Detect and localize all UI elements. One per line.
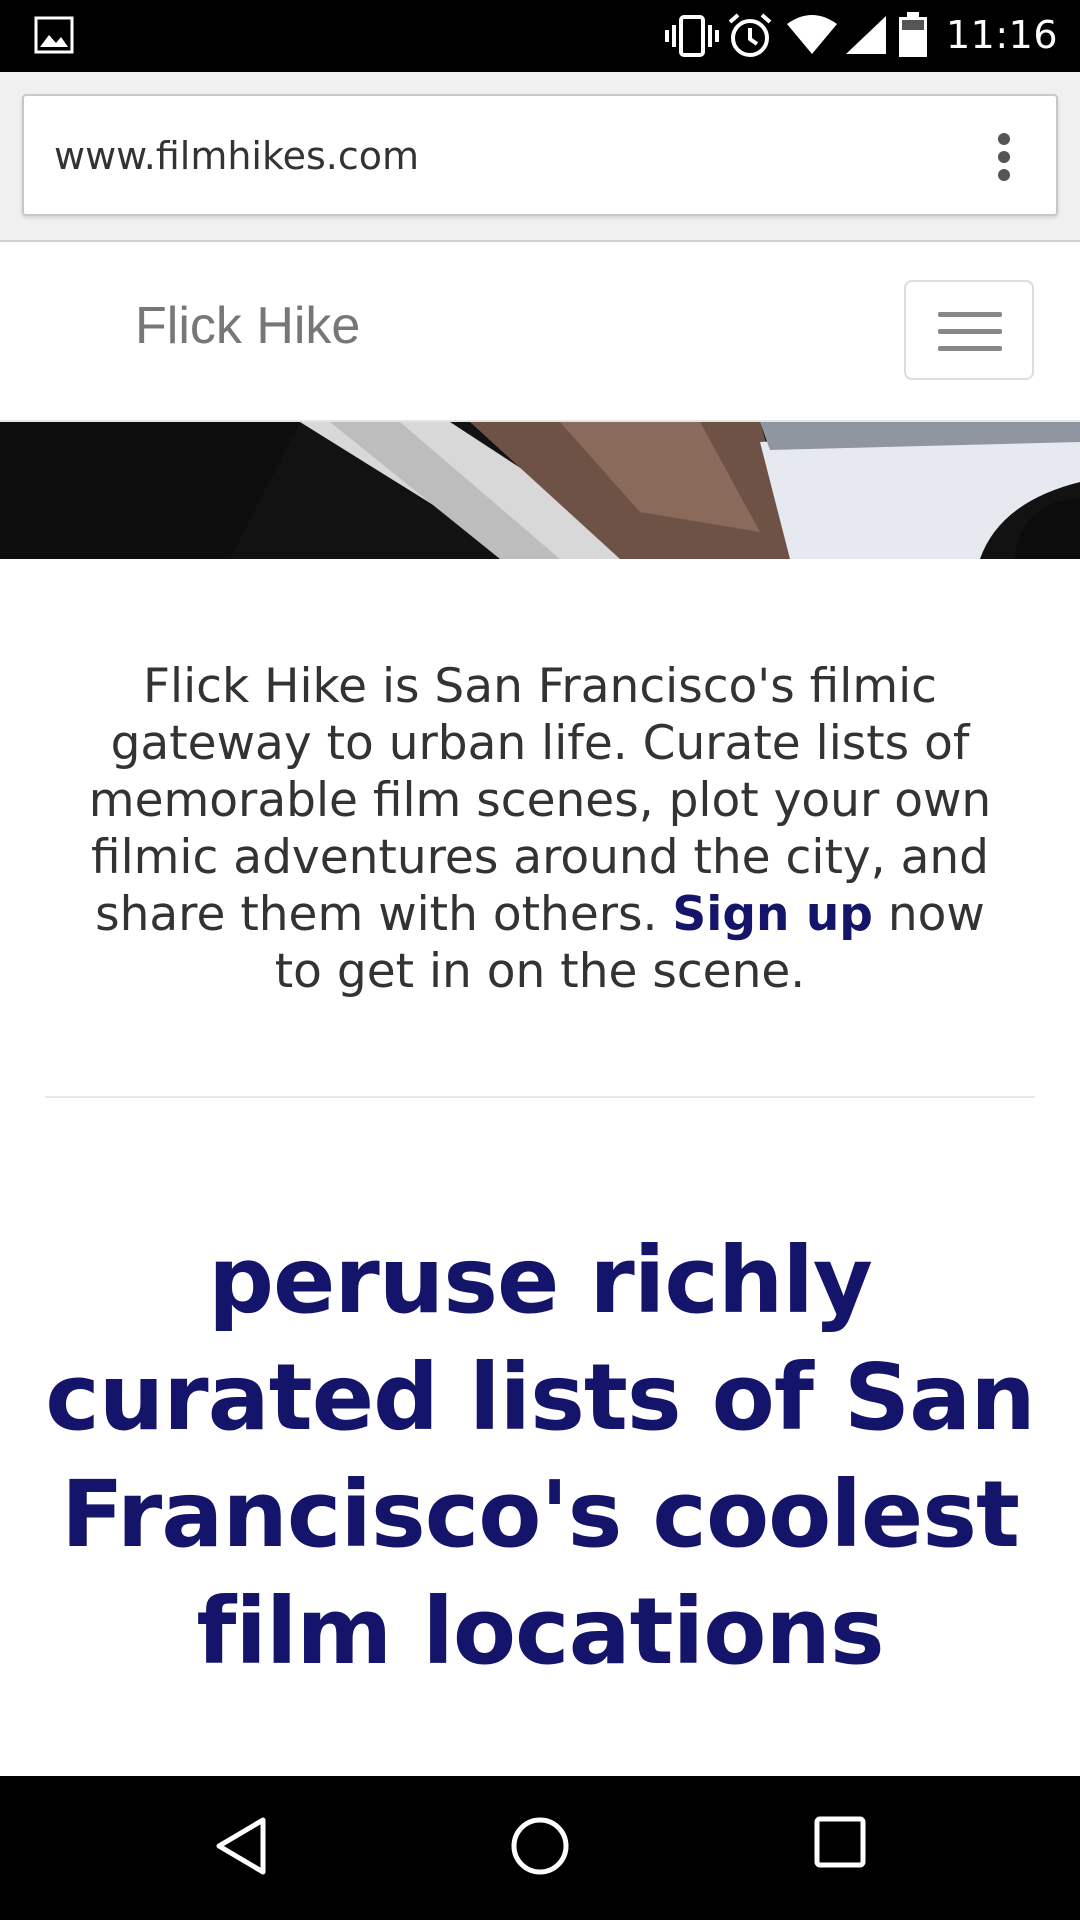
intro-paragraph: Flick Hike is San Francisco's filmic gat…: [70, 658, 1010, 1000]
cell-signal-icon: [846, 16, 886, 54]
feature-headline: peruse richly curated lists of San Franc…: [45, 1227, 1035, 1685]
brand-link[interactable]: Flick Hike: [135, 296, 360, 356]
status-time: 11:16: [945, 13, 1058, 57]
signup-link[interactable]: Sign up: [672, 887, 873, 942]
alarm-icon: [728, 13, 772, 57]
android-nav-bar: [0, 1776, 1080, 1920]
overflow-menu-icon[interactable]: [996, 132, 1012, 186]
wifi-icon: [787, 15, 837, 54]
site-navbar: Flick Hike: [0, 244, 1080, 422]
hero-image: [0, 422, 1080, 559]
section-divider: [45, 1096, 1035, 1098]
browser-toolbar: www.filmhikes.com: [0, 72, 1080, 242]
gallery-icon: [34, 16, 74, 54]
home-icon[interactable]: [510, 1816, 570, 1876]
back-icon[interactable]: [213, 1816, 269, 1876]
vibrate-icon: [665, 15, 719, 57]
nav-toggle-button[interactable]: [904, 280, 1034, 380]
address-bar[interactable]: www.filmhikes.com: [22, 94, 1058, 216]
url-text[interactable]: www.filmhikes.com: [54, 134, 419, 178]
recents-icon[interactable]: [814, 1816, 866, 1868]
status-bar: 11:16: [0, 0, 1080, 72]
battery-icon: [899, 12, 927, 57]
